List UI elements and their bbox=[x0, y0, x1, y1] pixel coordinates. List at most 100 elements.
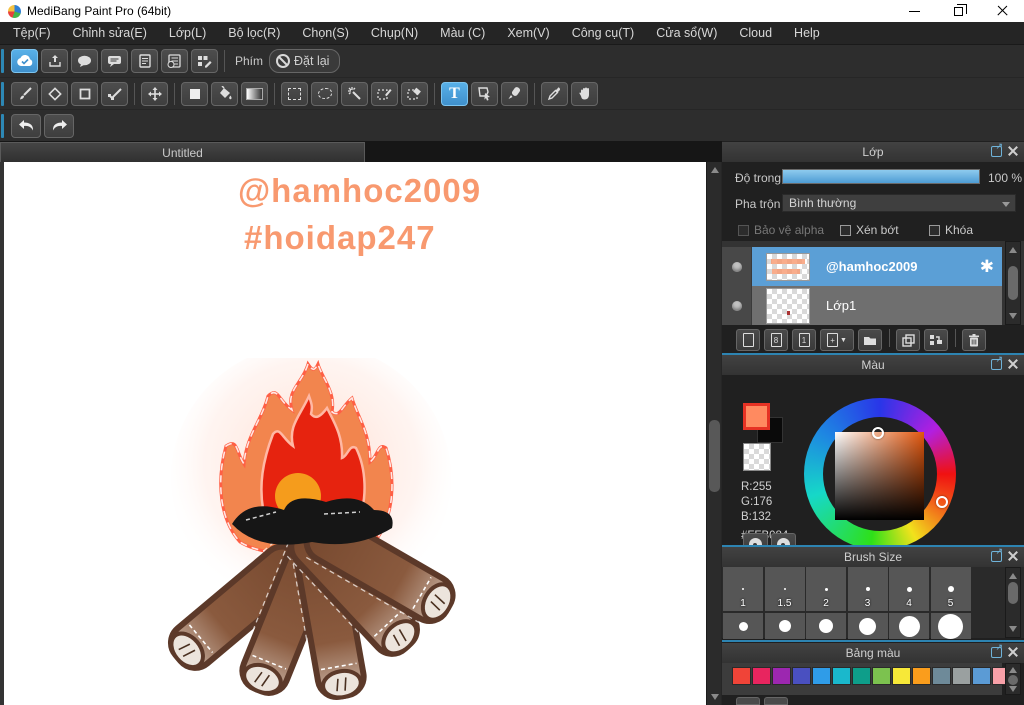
palette-swatch[interactable] bbox=[892, 667, 911, 685]
document-edit-button[interactable] bbox=[191, 49, 218, 73]
brush-size-cell[interactable] bbox=[847, 613, 888, 639]
sv-picker-handle[interactable] bbox=[872, 427, 884, 439]
panel-close-icon[interactable] bbox=[1007, 145, 1019, 157]
popout-icon[interactable] bbox=[991, 546, 1003, 562]
brush-size-cell[interactable] bbox=[723, 613, 763, 639]
brush-size-cell[interactable]: 2 bbox=[806, 567, 846, 611]
reset-button[interactable]: Đặt lại bbox=[269, 49, 341, 73]
scroll-down-icon[interactable] bbox=[1009, 626, 1017, 632]
operation-select-tool[interactable] bbox=[471, 81, 498, 106]
brush-size-cell[interactable]: 5 bbox=[930, 567, 971, 611]
magic-wand-tool[interactable] bbox=[341, 81, 368, 106]
select-eraser-tool[interactable] bbox=[401, 81, 428, 106]
publish-button[interactable] bbox=[41, 49, 68, 73]
gradient-tool[interactable] bbox=[241, 81, 268, 106]
lasso-tool[interactable] bbox=[311, 81, 338, 106]
foreground-color-swatch[interactable] bbox=[743, 403, 770, 430]
add-special-layer-button[interactable]: + ▼ bbox=[820, 329, 854, 351]
scroll-thumb[interactable] bbox=[1008, 266, 1018, 300]
move-tool[interactable] bbox=[141, 81, 168, 106]
menu-item[interactable]: Chỉnh sửa(E) bbox=[62, 22, 158, 45]
menu-item[interactable]: Chụp(N) bbox=[360, 22, 429, 45]
brush-size-cell[interactable]: 4 bbox=[889, 567, 929, 611]
menu-item[interactable]: Màu (C) bbox=[429, 22, 496, 45]
bucket-tool[interactable] bbox=[211, 81, 238, 106]
divide-tool[interactable] bbox=[501, 81, 528, 106]
scroll-up-icon[interactable] bbox=[710, 167, 719, 173]
chat-panel-button[interactable] bbox=[101, 49, 128, 73]
canvas-vscrollbar[interactable] bbox=[706, 162, 721, 705]
scroll-up-icon[interactable] bbox=[1009, 573, 1017, 579]
eyedropper-tool[interactable] bbox=[541, 81, 568, 106]
menu-item[interactable]: Help bbox=[783, 22, 831, 45]
vector-polyline-tool[interactable] bbox=[101, 81, 128, 106]
merge-layer-button[interactable] bbox=[924, 329, 948, 351]
menu-item[interactable]: Xem(V) bbox=[496, 22, 560, 45]
menu-item[interactable]: Cloud bbox=[728, 22, 783, 45]
opacity-slider[interactable] bbox=[782, 169, 980, 184]
palette-swatch[interactable] bbox=[732, 667, 751, 685]
popout-icon[interactable] bbox=[991, 642, 1003, 658]
canvas[interactable]: @hamhoc2009 #hoidap247 bbox=[0, 162, 706, 705]
clipping-checkbox[interactable]: Xén bớt bbox=[840, 223, 899, 237]
layer-list-scrollbar[interactable] bbox=[1005, 241, 1021, 325]
select-rect-tool[interactable] bbox=[281, 81, 308, 106]
scroll-up-icon[interactable] bbox=[1009, 667, 1017, 673]
brush-tool[interactable] bbox=[11, 81, 38, 106]
panel-separator[interactable] bbox=[722, 640, 1024, 642]
popout-icon[interactable] bbox=[991, 141, 1003, 157]
restore-button[interactable] bbox=[936, 0, 980, 22]
brush-size-cell[interactable]: 3 bbox=[847, 567, 888, 611]
layer-row-selected[interactable]: @hamhoc2009 ✱ bbox=[722, 247, 1002, 286]
scroll-thumb[interactable] bbox=[1008, 675, 1018, 685]
panel-close-icon[interactable] bbox=[1007, 358, 1019, 370]
menu-item[interactable]: Cửa sổ(W) bbox=[645, 22, 728, 45]
hue-picker-handle[interactable] bbox=[936, 496, 948, 508]
canvas-vscroll-thumb[interactable] bbox=[709, 420, 720, 492]
scroll-down-icon[interactable] bbox=[1009, 313, 1017, 319]
panel-close-icon[interactable] bbox=[1007, 550, 1019, 562]
brush-size-cell[interactable] bbox=[889, 613, 929, 639]
document-tab[interactable]: Untitled bbox=[0, 142, 365, 162]
cloud-sync-button[interactable] bbox=[11, 49, 38, 73]
palette-swatch[interactable] bbox=[752, 667, 771, 685]
duplicate-layer-button[interactable] bbox=[896, 329, 920, 351]
transparent-color-swatch[interactable] bbox=[743, 443, 771, 471]
select-pen-tool[interactable] bbox=[371, 81, 398, 106]
menu-item[interactable]: Bộ lọc(R) bbox=[217, 22, 291, 45]
palette-scrollbar[interactable] bbox=[1005, 663, 1021, 695]
add-8bit-layer-button[interactable]: 8 bbox=[764, 329, 788, 351]
brush-size-scrollbar[interactable] bbox=[1005, 567, 1021, 638]
shape-brush-tool[interactable] bbox=[71, 81, 98, 106]
palette-swatch[interactable] bbox=[932, 667, 951, 685]
palette-menu-button[interactable] bbox=[764, 697, 788, 705]
fill-shape-tool[interactable] bbox=[181, 81, 208, 106]
brush-size-cell[interactable]: 1 bbox=[723, 567, 763, 611]
brush-size-cell[interactable] bbox=[806, 613, 846, 639]
undo-button[interactable] bbox=[11, 113, 41, 138]
scroll-up-icon[interactable] bbox=[1009, 247, 1017, 253]
palette-swatch[interactable] bbox=[812, 667, 831, 685]
layer-visibility-toggle[interactable] bbox=[722, 247, 752, 286]
palette-swatch[interactable] bbox=[912, 667, 931, 685]
lock-checkbox[interactable]: Khóa bbox=[929, 223, 973, 237]
menu-item[interactable]: Công cụ(T) bbox=[561, 22, 646, 45]
redo-button[interactable] bbox=[44, 113, 74, 138]
layer-visibility-toggle[interactable] bbox=[722, 286, 752, 325]
palette-swatch[interactable] bbox=[852, 667, 871, 685]
popout-icon[interactable] bbox=[991, 354, 1003, 370]
add-palette-color-button[interactable] bbox=[736, 697, 760, 705]
layer-settings-gear-icon[interactable]: ✱ bbox=[980, 257, 994, 277]
layer-row[interactable]: Lớp1 bbox=[722, 286, 1002, 325]
blend-mode-dropdown[interactable]: Bình thường bbox=[782, 194, 1016, 212]
palette-swatch[interactable] bbox=[792, 667, 811, 685]
menu-item[interactable]: Chọn(S) bbox=[291, 22, 360, 45]
menu-item[interactable]: Lớp(L) bbox=[158, 22, 217, 45]
folder-button[interactable] bbox=[858, 329, 882, 351]
close-button[interactable] bbox=[980, 0, 1024, 22]
toolbar-grip[interactable] bbox=[1, 81, 4, 106]
add-1bit-layer-button[interactable]: 1 bbox=[792, 329, 816, 351]
minimize-button[interactable] bbox=[892, 0, 936, 22]
scroll-down-icon[interactable] bbox=[710, 694, 719, 700]
protect-alpha-checkbox[interactable]: Bảo vệ alpha bbox=[738, 223, 824, 237]
